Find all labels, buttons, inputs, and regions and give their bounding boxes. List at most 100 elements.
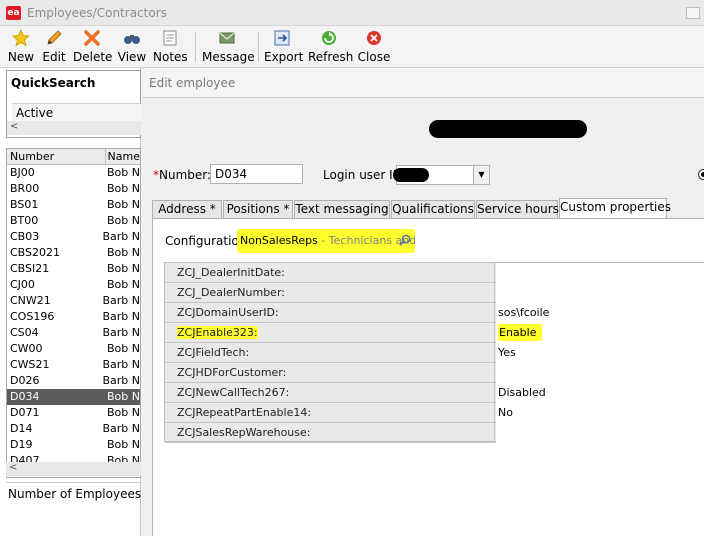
delete-button[interactable]: Delete [73, 29, 112, 65]
tab-address[interactable]: Address * [152, 200, 222, 218]
tab-qualifications[interactable]: Qualifications [391, 200, 475, 218]
property-name: ZCJNewCallTech267: [165, 383, 495, 403]
message-button[interactable]: Message [202, 29, 255, 65]
property-value-text: sos\fcoile [498, 306, 550, 319]
grid-header: Number Name [7, 149, 140, 165]
property-value-field[interactable]: sos\fcoile [496, 303, 704, 323]
view-button[interactable]: View [117, 29, 147, 65]
property-value-field[interactable]: Disabled [496, 383, 704, 403]
app-logo-icon: ea [6, 6, 21, 20]
tab-positions[interactable]: Positions * [223, 200, 293, 218]
employee-number-cell: CB03 [10, 230, 40, 243]
table-row[interactable]: CBSI21 Bob N [7, 261, 140, 277]
employee-name-cell: Bob N [107, 246, 140, 259]
table-row[interactable]: D034 Bob N [7, 389, 140, 405]
table-row[interactable]: CS04 Barb N [7, 325, 140, 341]
scroll-left-icon[interactable]: < [9, 462, 17, 473]
table-row[interactable]: D19 Bob N [7, 437, 140, 453]
refresh-button[interactable]: Refresh [308, 29, 353, 65]
number-input[interactable]: D034 [210, 164, 303, 184]
table-row[interactable]: BT00 Bob N [7, 213, 140, 229]
tab-custom-properties[interactable]: Custom properties [559, 198, 671, 219]
quicksearch-title: QuickSearch [11, 76, 96, 90]
quicksearch-scrollbar[interactable]: < [7, 121, 141, 135]
edit-button[interactable]: Edit [40, 29, 68, 65]
employee-name-cell: Barb N [102, 310, 140, 323]
employee-number-cell: BS01 [10, 198, 39, 211]
property-value-field[interactable] [496, 283, 704, 303]
employee-name-cell: Barb N [102, 326, 140, 339]
property-name-text: ZCJ_DealerNumber: [177, 286, 285, 299]
radio-button[interactable] [698, 169, 704, 180]
property-value-field[interactable] [496, 423, 704, 443]
property-name: ZCJFieldTech: [165, 343, 495, 363]
grid-rows: BJ00 Bob N BR00 Bob N BS01 Bob N BT00 Bob N CB03… [7, 165, 140, 469]
property-value-field[interactable]: No [496, 403, 704, 423]
employee-name-cell: Bob N [107, 438, 140, 451]
export-button[interactable]: Export [264, 29, 303, 65]
dropdown-arrow-icon[interactable]: ▼ [473, 166, 489, 184]
table-row[interactable]: D071 Bob N [7, 405, 140, 421]
property-name-text: ZCJSalesRepWarehouse: [177, 426, 311, 439]
property-name: ZCJHDForCustomer: [165, 363, 495, 383]
property-row: ZCJRepeatPartEnable14: No [165, 403, 704, 423]
table-row[interactable]: CJ00 Bob N [7, 277, 140, 293]
grid-scrollbar[interactable]: < [6, 462, 141, 476]
property-name: ZCJ_DealerNumber: [165, 283, 495, 303]
employee-list-panel: QuickSearch Active < Number Name BJ00 Bob… [0, 68, 142, 536]
notes-button[interactable]: Notes [153, 29, 188, 65]
employee-name-cell: Bob N [107, 406, 140, 419]
employee-number-cell: BT00 [10, 214, 39, 227]
close-button[interactable]: Close [357, 29, 391, 65]
employee-name-cell: Bob N [107, 262, 140, 275]
tab-text-messaging[interactable]: Text messaging [294, 200, 390, 218]
column-header-name[interactable]: Name [106, 149, 140, 164]
table-row[interactable]: COS196 Barb N [7, 309, 140, 325]
property-name: ZCJRepeatPartEnable14: [165, 403, 495, 423]
employee-number-cell: D071 [10, 406, 40, 419]
property-value-field[interactable]: Yes [496, 343, 704, 363]
property-name-text: ZCJ_DealerInitDate: [177, 266, 285, 279]
tab-service-hours[interactable]: Service hours [476, 200, 559, 218]
search-icon[interactable] [399, 234, 411, 246]
employee-number-cell: D026 [10, 374, 40, 387]
employee-name-cell: Barb N [102, 294, 140, 307]
property-value-field[interactable]: Enable [496, 323, 704, 343]
configuration-name: NonSalesReps [240, 234, 318, 247]
table-row[interactable]: CBS2021 Bob N [7, 245, 140, 261]
employee-name-cell: Bob N [107, 342, 140, 355]
property-name: ZCJEnable323: [165, 323, 495, 343]
property-row: ZCJEnable323: Enable [165, 323, 704, 343]
employee-name-cell: Barb N [102, 422, 140, 435]
table-row[interactable]: D14 Barb N [7, 421, 140, 437]
window-close-icon[interactable] [686, 7, 700, 19]
property-value-field[interactable] [496, 363, 704, 383]
table-row[interactable]: CWS21 Barb N [7, 357, 140, 373]
property-value-text: No [498, 406, 513, 419]
scroll-left-icon[interactable]: < [10, 121, 18, 132]
toolbar-separator [195, 32, 196, 62]
employee-name-cell: Barb N [102, 230, 140, 243]
property-value-text: Yes [498, 346, 516, 359]
column-header-number[interactable]: Number [7, 149, 106, 164]
employee-name-cell: Bob N [107, 214, 140, 227]
toolbar: New Edit Delete View Notes Message Expor… [0, 26, 704, 68]
employee-number-cell: CBSI21 [10, 262, 50, 275]
employee-number-cell: D14 [10, 422, 33, 435]
table-row[interactable]: CNW21 Barb N [7, 293, 140, 309]
table-row[interactable]: BJ00 Bob N [7, 165, 140, 181]
pencil-icon [47, 30, 62, 45]
table-row[interactable]: CB03 Barb N [7, 229, 140, 245]
table-row[interactable]: BS01 Bob N [7, 197, 140, 213]
table-row[interactable]: D026 Barb N [7, 373, 140, 389]
edit-employee-title: Edit employee [149, 76, 236, 90]
table-row[interactable]: BR00 Bob N [7, 181, 140, 197]
configuration-selector[interactable]: NonSalesReps - Technicians and [237, 229, 415, 253]
export-icon [274, 30, 290, 46]
quicksearch-filter-active[interactable]: Active [12, 103, 142, 121]
new-button[interactable]: New [6, 29, 36, 65]
table-row[interactable]: CW00 Bob N [7, 341, 140, 357]
login-user-id-select[interactable]: ▼ [393, 165, 490, 185]
property-value-field[interactable] [496, 263, 704, 283]
employee-name-cell: Bob N [107, 166, 140, 179]
